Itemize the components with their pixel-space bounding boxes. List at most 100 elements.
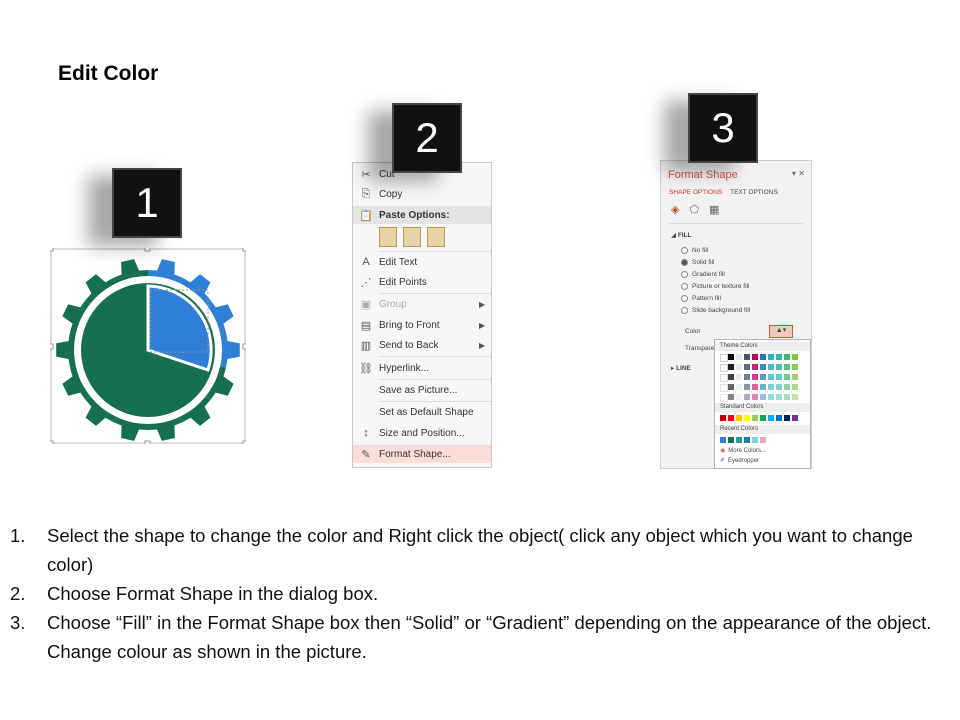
- color-swatch[interactable]: [752, 354, 758, 360]
- color-swatch[interactable]: [752, 364, 758, 370]
- menu-item-edit-text[interactable]: A Edit Text: [353, 253, 491, 271]
- menu-item-hyperlink[interactable]: ⛓ Hyperlink...: [353, 359, 491, 377]
- color-swatch[interactable]: [736, 384, 742, 390]
- color-swatch[interactable]: [760, 354, 766, 360]
- color-swatch[interactable]: [776, 354, 782, 360]
- color-swatch[interactable]: [760, 384, 766, 390]
- color-swatch[interactable]: [744, 384, 750, 390]
- color-swatch[interactable]: [792, 394, 798, 400]
- gear-shape[interactable]: [47, 245, 249, 447]
- color-swatch[interactable]: [776, 415, 782, 421]
- color-swatch[interactable]: [736, 364, 742, 370]
- color-swatch[interactable]: [792, 415, 798, 421]
- fill-option-solid[interactable]: Solid fill: [681, 259, 714, 266]
- color-swatch[interactable]: [784, 384, 790, 390]
- color-swatch[interactable]: [768, 394, 774, 400]
- line-section-header[interactable]: ▸ LINE: [671, 364, 691, 372]
- color-swatch[interactable]: [784, 415, 790, 421]
- color-swatch[interactable]: [784, 394, 790, 400]
- color-swatch[interactable]: [752, 437, 758, 443]
- menu-item-bring-to-front[interactable]: ▤ Bring to Front ▶: [353, 316, 491, 334]
- color-picker-button[interactable]: ▲▾: [769, 325, 793, 338]
- color-swatch[interactable]: [760, 437, 766, 443]
- color-swatch[interactable]: [768, 364, 774, 370]
- chevron-down-icon[interactable]: ▾: [792, 169, 796, 178]
- color-swatch[interactable]: [768, 415, 774, 421]
- color-swatch[interactable]: [784, 374, 790, 380]
- color-swatch[interactable]: [728, 374, 734, 380]
- color-swatch[interactable]: [728, 354, 734, 360]
- color-swatch[interactable]: [744, 437, 750, 443]
- color-swatch[interactable]: [728, 384, 734, 390]
- color-swatch[interactable]: [736, 415, 742, 421]
- color-swatch[interactable]: [776, 394, 782, 400]
- color-swatch[interactable]: [752, 394, 758, 400]
- tab-text-options[interactable]: TEXT OPTIONS: [730, 189, 778, 196]
- color-swatch[interactable]: [792, 384, 798, 390]
- color-swatch[interactable]: [720, 364, 728, 372]
- color-swatch[interactable]: [760, 364, 766, 370]
- color-swatch[interactable]: [784, 354, 790, 360]
- color-swatch[interactable]: [720, 394, 728, 402]
- more-colors-item[interactable]: ◉ More Colors...: [720, 447, 766, 455]
- color-swatch[interactable]: [736, 437, 742, 443]
- paste-picture-icon[interactable]: [427, 227, 445, 247]
- color-swatch[interactable]: [784, 364, 790, 370]
- color-swatch[interactable]: [744, 394, 750, 400]
- color-swatch[interactable]: [736, 394, 742, 400]
- color-swatch[interactable]: [768, 374, 774, 380]
- menu-item-format-shape[interactable]: ✎ Format Shape...: [353, 445, 491, 463]
- fill-option-gradient[interactable]: Gradient fill: [681, 271, 725, 278]
- color-swatch[interactable]: [720, 415, 726, 421]
- menu-item-save-as-picture[interactable]: Save as Picture...: [353, 381, 491, 399]
- color-swatch[interactable]: [728, 437, 734, 443]
- color-swatch[interactable]: [752, 415, 758, 421]
- paste-keep-formatting-icon[interactable]: [379, 227, 397, 247]
- eyedropper-item[interactable]: ✐ Eyedropper: [720, 457, 759, 465]
- tab-shape-options[interactable]: SHAPE OPTIONS: [669, 189, 722, 196]
- color-swatch[interactable]: [752, 374, 758, 380]
- color-swatch[interactable]: [792, 354, 798, 360]
- color-swatch[interactable]: [720, 354, 728, 362]
- effects-icon[interactable]: ⬠: [689, 203, 699, 216]
- color-swatch[interactable]: [744, 374, 750, 380]
- menu-item-send-to-back[interactable]: ▥ Send to Back ▶: [353, 336, 491, 354]
- color-swatch[interactable]: [728, 364, 734, 370]
- color-swatch[interactable]: [720, 374, 728, 382]
- color-swatch[interactable]: [744, 415, 750, 421]
- color-swatch[interactable]: [792, 374, 798, 380]
- size-properties-icon[interactable]: ▦: [709, 203, 719, 216]
- color-swatch[interactable]: [776, 384, 782, 390]
- color-swatch[interactable]: [776, 374, 782, 380]
- gear-graphic[interactable]: [47, 245, 249, 447]
- color-swatch[interactable]: [768, 354, 774, 360]
- color-swatch[interactable]: [752, 384, 758, 390]
- color-swatch[interactable]: [760, 374, 766, 380]
- color-swatch[interactable]: [736, 354, 742, 360]
- fill-option-slide-bg[interactable]: Slide background fill: [681, 307, 750, 314]
- color-swatch[interactable]: [728, 415, 734, 421]
- paste-merge-formatting-icon[interactable]: [403, 227, 421, 247]
- color-swatch[interactable]: [744, 364, 750, 370]
- color-swatch[interactable]: [776, 364, 782, 370]
- color-swatch[interactable]: [792, 364, 798, 370]
- menu-item-edit-points[interactable]: ⋰ Edit Points: [353, 273, 491, 291]
- fill-line-icon[interactable]: ◈: [671, 203, 679, 216]
- color-swatch[interactable]: [720, 384, 728, 392]
- fill-option-pattern[interactable]: Pattern fill: [681, 295, 721, 302]
- color-swatch[interactable]: [760, 394, 766, 400]
- color-swatch[interactable]: [744, 354, 750, 360]
- fill-section-header[interactable]: ◢ FILL: [671, 231, 692, 239]
- color-swatch[interactable]: [728, 394, 734, 400]
- color-swatch[interactable]: [760, 415, 766, 421]
- color-swatch[interactable]: [736, 374, 742, 380]
- color-swatch[interactable]: [768, 384, 774, 390]
- close-icon[interactable]: ✕: [798, 169, 805, 178]
- fill-option-picture[interactable]: Picture or texture fill: [681, 283, 749, 290]
- menu-item-set-default-shape[interactable]: Set as Default Shape: [353, 403, 491, 421]
- color-swatch[interactable]: [720, 437, 726, 443]
- menu-item-size-position[interactable]: ↕ Size and Position...: [353, 424, 491, 442]
- menu-item-copy[interactable]: ⎘ Copy: [353, 185, 491, 203]
- fill-option-no-fill[interactable]: No fill: [681, 247, 708, 254]
- pane-divider: [669, 223, 803, 224]
